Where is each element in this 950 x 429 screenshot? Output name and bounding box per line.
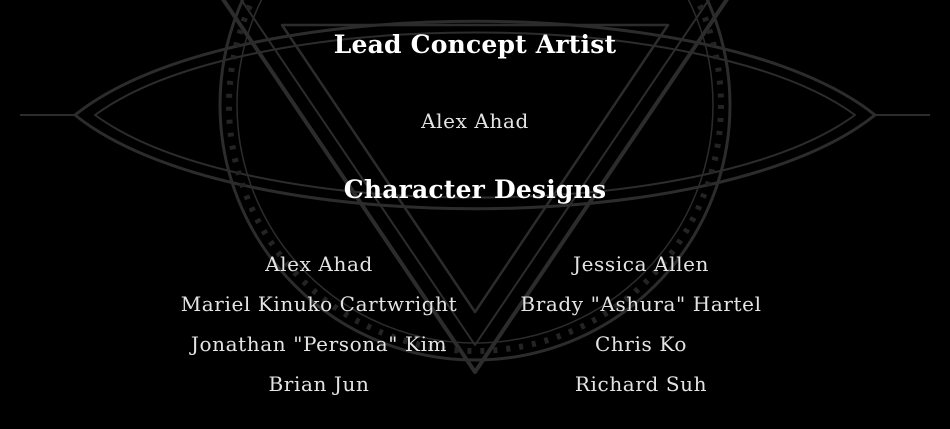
credits-roll: Lead Concept Artist Alex Ahad Character … xyxy=(0,0,950,429)
credit-name: Jessica Allen xyxy=(572,252,709,276)
character-designs-right-column: Jessica Allen Brady "Ashura" Hartel Chri… xyxy=(471,251,811,411)
credit-name: Richard Suh xyxy=(574,372,708,396)
lead-concept-artist-heading: Lead Concept Artist xyxy=(333,30,617,59)
character-designs-left-column: Alex Ahad Mariel Kinuko Cartwright Jonat… xyxy=(149,251,489,411)
credit-name: Mariel Kinuko Cartwright xyxy=(180,292,458,316)
credit-name: Jonathan "Persona" Kim xyxy=(190,332,448,356)
credit-name: Alex Ahad xyxy=(265,252,373,276)
credit-name: Brian Jun xyxy=(268,372,370,396)
lead-concept-artist-name: Alex Ahad xyxy=(421,109,529,133)
credit-name: Brady "Ashura" Hartel xyxy=(520,292,762,316)
credit-name: Chris Ko xyxy=(594,332,687,356)
character-designs-heading: Character Designs xyxy=(343,175,607,204)
